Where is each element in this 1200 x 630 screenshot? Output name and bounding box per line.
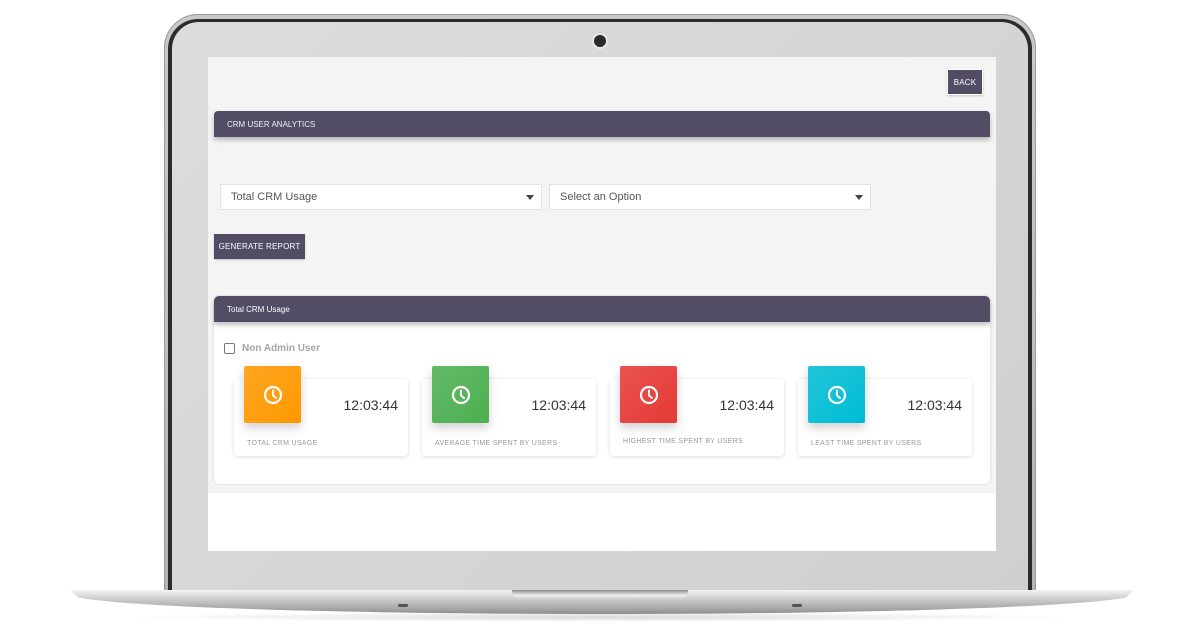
stat-card-least-time: 12:03:44 LEAST TIME SPENT BY USERS: [798, 366, 972, 456]
card-value: 12:03:44: [531, 397, 587, 413]
laptop-notch: [512, 590, 688, 599]
card-label: HIGHEST TIME SPENT BY USERS: [623, 438, 744, 445]
report-type-value: Total CRM Usage: [231, 191, 318, 203]
report-type-select[interactable]: Total CRM Usage: [220, 184, 542, 210]
card-label: AVERAGE TIME SPENT BY USERS: [435, 440, 558, 447]
clock-icon: [451, 385, 470, 404]
clock-icon: [639, 385, 658, 404]
chevron-down-icon: [526, 195, 534, 200]
laptop-foot: [792, 604, 802, 607]
stat-card-highest-time: 12:03:44 HIGHEST TIME SPENT BY USERS: [610, 366, 784, 456]
panel-title: Total CRM Usage: [227, 304, 290, 314]
generate-report-button[interactable]: GENERATE REPORT: [214, 234, 305, 259]
card-icon-box: [244, 366, 301, 423]
card-value: 12:03:44: [719, 397, 775, 413]
stat-card-total-usage: 12:03:44 TOTAL CRM USAGE: [234, 366, 408, 456]
webcam-icon: [594, 35, 606, 47]
card-value: 12:03:44: [343, 397, 399, 413]
non-admin-filter[interactable]: Non Admin User: [224, 343, 320, 354]
option-value: Select an Option: [560, 191, 642, 203]
screen: BACK CRM USER ANALYTICS Total CRM Usage …: [208, 57, 996, 551]
card-icon-box: [620, 366, 677, 423]
back-button[interactable]: BACK: [947, 69, 983, 95]
card-label: LEAST TIME SPENT BY USERS: [811, 440, 922, 447]
panel-header: Total CRM Usage: [214, 296, 990, 322]
card-value: 12:03:44: [907, 397, 963, 413]
laptop-foot: [398, 604, 408, 607]
clock-icon: [263, 385, 282, 404]
page-title: CRM USER ANALYTICS: [214, 111, 990, 137]
page-title-text: CRM USER ANALYTICS: [227, 119, 316, 129]
card-icon-box: [432, 366, 489, 423]
stat-card-average-time: 12:03:44 AVERAGE TIME SPENT BY USERS: [422, 366, 596, 456]
option-select[interactable]: Select an Option: [549, 184, 871, 210]
clock-icon: [827, 385, 846, 404]
page-content: BACK CRM USER ANALYTICS Total CRM Usage …: [208, 57, 996, 493]
chevron-down-icon: [855, 195, 863, 200]
report-panel: Total CRM Usage Non Admin User 12:03:44 …: [214, 296, 990, 484]
non-admin-label: Non Admin User: [242, 343, 320, 354]
card-icon-box: [808, 366, 865, 423]
non-admin-checkbox[interactable]: [224, 343, 235, 354]
card-label: TOTAL CRM USAGE: [247, 440, 318, 447]
